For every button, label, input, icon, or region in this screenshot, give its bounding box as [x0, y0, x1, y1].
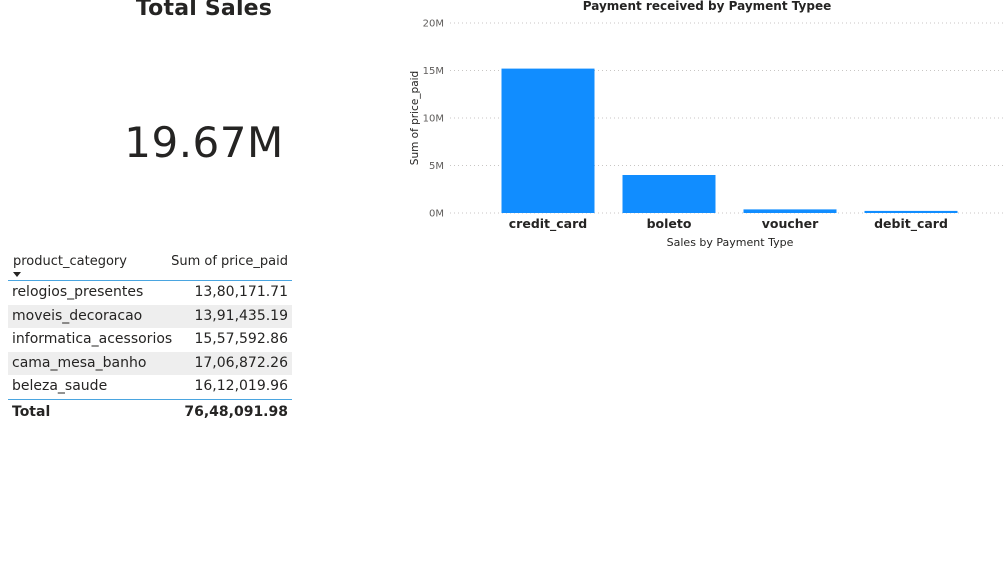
table-header: product_category Sum of price_paid [8, 252, 292, 281]
bar-boleto [622, 175, 716, 213]
table-row[interactable]: cama_mesa_banho 17,06,872.26 [8, 351, 292, 376]
x-tick-label: credit_card [509, 216, 587, 232]
row-category: relogios_presentes [12, 284, 144, 300]
x-tick-label: boleto [647, 216, 692, 231]
bar-debit-card [864, 210, 958, 213]
total-value: 76,48,091.98 [184, 403, 288, 420]
total-label: Total [12, 403, 51, 420]
row-value: 15,57,592.86 [194, 331, 288, 348]
y-axis-label: Sum of price_paid [409, 71, 421, 165]
column-header-sum[interactable]: Sum of price_paid [171, 254, 288, 269]
row-value: 16,12,019.96 [194, 378, 288, 395]
y-tick-label: 0M [429, 209, 444, 220]
sort-descending-icon[interactable] [13, 272, 21, 277]
row-category: moveis_decoracao [12, 307, 143, 324]
table-row[interactable]: beleza_saude 16,12,019.96 [8, 375, 292, 399]
column-header-category[interactable]: product_category [13, 254, 127, 269]
card-title: Total Sales [135, 0, 273, 21]
table-total-row: Total 76,48,091.98 [8, 398, 292, 424]
row-category: cama_mesa_banho [12, 354, 147, 371]
y-tick-label: 5M [429, 161, 444, 172]
row-value: 17,06,872.26 [194, 354, 288, 371]
x-tick-label: voucher [762, 216, 819, 231]
card-value: 19.67M [124, 118, 284, 167]
row-value: 13,80,171.71 [194, 284, 288, 300]
y-tick-label: 15M [423, 66, 444, 77]
bar-voucher [743, 209, 837, 213]
chart-title: Payment received by Payment Typee [583, 0, 831, 13]
product-category-table: product_category Sum of price_paid relog… [8, 252, 292, 424]
y-tick-label: 20M [423, 19, 444, 30]
x-tick-label: debit_card [874, 216, 948, 232]
table-row[interactable]: informatica_acessorios 15,57,592.86 [8, 328, 292, 352]
x-axis-label: Sales by Payment Type [667, 236, 794, 249]
row-category: informatica_acessorios [12, 331, 173, 348]
bar-credit-card [501, 68, 595, 213]
payment-type-bar-chart: Payment received by Payment Typee 0M 5M 10M… [409, 0, 1005, 249]
table-row[interactable]: relogios_presentes 13,80,171.71 [8, 281, 292, 305]
table-row[interactable]: moveis_decoracao 13,91,435.19 [8, 304, 292, 329]
row-category: beleza_saude [12, 378, 108, 395]
y-tick-label: 10M [423, 114, 444, 125]
row-value: 13,91,435.19 [194, 307, 288, 324]
